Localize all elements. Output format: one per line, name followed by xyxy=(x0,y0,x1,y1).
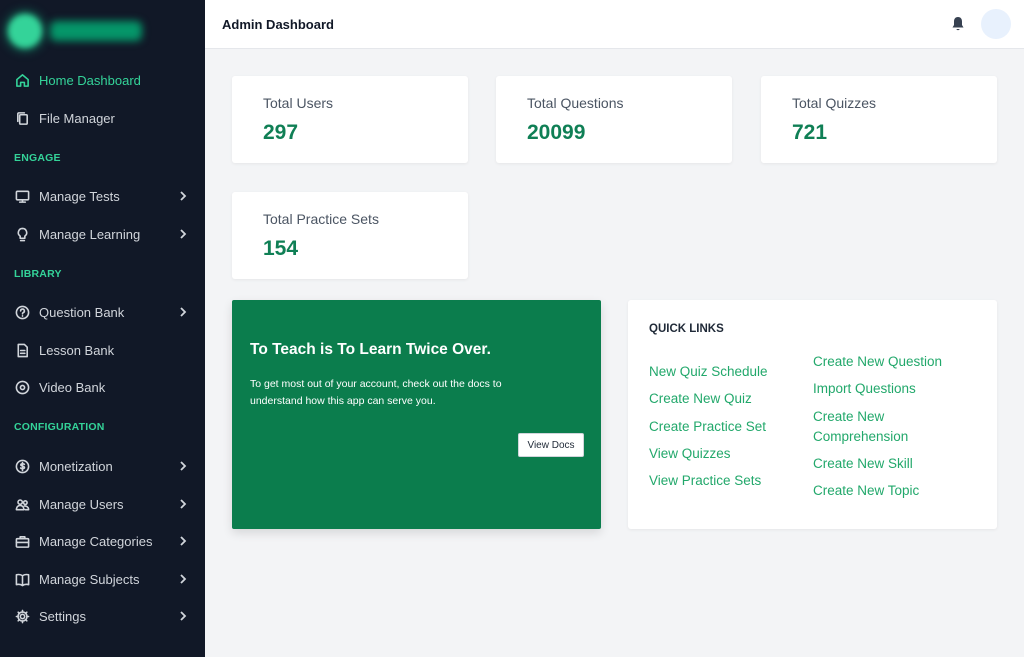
stat-card-total-practice-sets: Total Practice Sets 154 xyxy=(232,192,468,279)
chevron-right-icon xyxy=(179,574,189,584)
stat-value: 154 xyxy=(263,237,299,260)
home-icon xyxy=(14,72,30,88)
sidebar-item-manage-tests[interactable]: Manage Tests xyxy=(0,181,205,211)
gear-icon xyxy=(14,608,30,624)
promo-text: To get most out of your account, check o… xyxy=(250,378,502,407)
promo-card: To Teach is To Learn Twice Over. To get … xyxy=(232,300,601,529)
app-logo[interactable] xyxy=(8,12,148,50)
sidebar-item-home-dashboard[interactable]: Home Dashboard xyxy=(0,65,205,95)
quick-links-card: QUICK LINKS New Quiz Schedule Create New… xyxy=(628,300,997,529)
copy-icon xyxy=(14,110,30,126)
sidebar-item-monetization[interactable]: Monetization xyxy=(0,451,205,481)
promo-title: To Teach is To Learn Twice Over. xyxy=(250,341,491,358)
chevron-right-icon xyxy=(179,229,189,239)
chevron-right-icon xyxy=(179,191,189,201)
lightbulb-icon xyxy=(14,226,30,242)
stat-label: Total Questions xyxy=(527,95,624,111)
quick-link-create-new-comprehension[interactable]: Create New Comprehension xyxy=(813,407,933,447)
sidebar-item-question-bank[interactable]: Question Bank xyxy=(0,297,205,327)
stat-card-total-questions: Total Questions 20099 xyxy=(496,76,732,163)
quick-links-title: QUICK LINKS xyxy=(649,323,724,335)
sidebar-item-video-bank[interactable]: Video Bank xyxy=(0,372,205,402)
stat-card-total-quizzes: Total Quizzes 721 xyxy=(761,76,997,163)
sidebar-item-label: Video Bank xyxy=(39,379,106,395)
bell-icon[interactable] xyxy=(950,15,966,33)
stat-value: 297 xyxy=(263,121,299,144)
sidebar-item-label: Lesson Bank xyxy=(39,342,115,358)
book-icon xyxy=(14,571,30,587)
document-icon xyxy=(14,342,30,358)
stat-card-total-users: Total Users 297 xyxy=(232,76,468,163)
quick-link-create-new-quiz[interactable]: Create New Quiz xyxy=(649,389,752,409)
sidebar-item-label: Monetization xyxy=(39,458,113,474)
dollar-icon xyxy=(14,458,30,474)
quick-link-create-new-question[interactable]: Create New Question xyxy=(813,352,942,372)
section-title-library: LIBRARY xyxy=(14,268,62,280)
avatar[interactable] xyxy=(981,9,1011,39)
stat-label: Total Practice Sets xyxy=(263,211,379,227)
quick-link-create-practice-set[interactable]: Create Practice Set xyxy=(649,417,766,437)
briefcase-icon xyxy=(14,533,30,549)
sidebar-item-label: Settings xyxy=(39,608,86,624)
question-circle-icon xyxy=(14,304,30,320)
sidebar-item-manage-subjects[interactable]: Manage Subjects xyxy=(0,564,205,594)
chevron-right-icon xyxy=(179,536,189,546)
chevron-right-icon xyxy=(179,611,189,621)
stat-value: 721 xyxy=(792,121,828,144)
quick-link-create-new-skill[interactable]: Create New Skill xyxy=(813,454,913,474)
chevron-right-icon xyxy=(179,307,189,317)
stat-label: Total Quizzes xyxy=(792,95,877,111)
section-title-configuration: CONFIGURATION xyxy=(14,421,105,433)
view-docs-button[interactable]: View Docs xyxy=(518,433,584,457)
sidebar-item-label: Manage Learning xyxy=(39,226,141,242)
monitor-icon xyxy=(14,188,30,204)
stat-label: Total Users xyxy=(263,95,334,111)
sidebar-item-manage-categories[interactable]: Manage Categories xyxy=(0,526,205,556)
users-icon xyxy=(14,496,30,512)
sidebar-item-label: Question Bank xyxy=(39,304,125,320)
sidebar-item-lesson-bank[interactable]: Lesson Bank xyxy=(0,335,205,365)
stat-value: 20099 xyxy=(527,121,586,144)
logo-wordmark xyxy=(50,21,142,41)
chevron-right-icon xyxy=(179,461,189,471)
sidebar-item-label: File Manager xyxy=(39,110,115,126)
page-title: Admin Dashboard xyxy=(222,17,334,32)
quick-link-view-quizzes[interactable]: View Quizzes xyxy=(649,444,731,464)
sidebar-item-file-manager[interactable]: File Manager xyxy=(0,103,205,133)
sidebar-item-label: Home Dashboard xyxy=(39,72,141,88)
sidebar: Home Dashboard File Manager ENGAGE Manag… xyxy=(0,0,205,657)
quick-link-view-practice-sets[interactable]: View Practice Sets xyxy=(649,471,761,491)
logo-mark xyxy=(8,14,42,48)
quick-link-create-new-topic[interactable]: Create New Topic xyxy=(813,481,919,501)
quick-link-import-questions[interactable]: Import Questions xyxy=(813,379,916,399)
sidebar-item-label: Manage Users xyxy=(39,496,124,512)
section-title-engage: ENGAGE xyxy=(14,152,61,164)
sidebar-item-label: Manage Subjects xyxy=(39,571,140,587)
sidebar-item-manage-learning[interactable]: Manage Learning xyxy=(0,219,205,249)
top-bar: Admin Dashboard xyxy=(205,0,1024,49)
quick-link-new-quiz-schedule[interactable]: New Quiz Schedule xyxy=(649,362,768,382)
sidebar-item-label: Manage Categories xyxy=(39,533,153,549)
chevron-right-icon xyxy=(179,499,189,509)
sidebar-item-label: Manage Tests xyxy=(39,188,120,204)
play-circle-icon xyxy=(14,379,30,395)
sidebar-item-manage-users[interactable]: Manage Users xyxy=(0,489,205,519)
sidebar-item-settings[interactable]: Settings xyxy=(0,601,205,631)
